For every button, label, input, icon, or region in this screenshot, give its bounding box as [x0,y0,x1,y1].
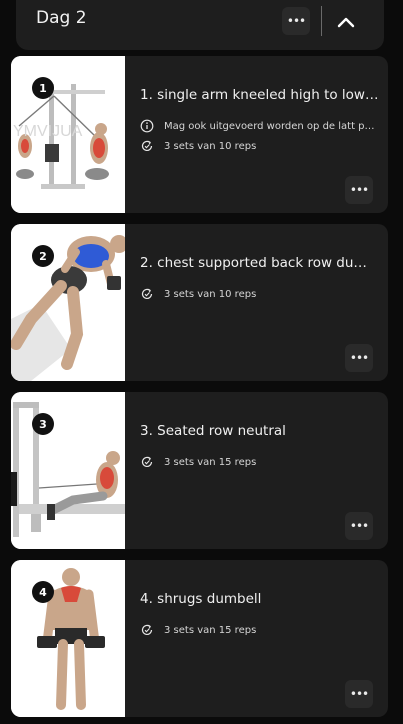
exercise-title[interactable]: 4. shrugs dumbell [140,591,380,607]
exercise-thumbnail: 3 [11,392,125,549]
exercise-sets-row: 3 sets van 15 reps [140,623,380,637]
exercise-sets: 3 sets van 10 reps [164,140,257,152]
exercise-number-badge: 2 [32,245,54,267]
collapse-button[interactable] [328,4,364,40]
exercise-options-button[interactable]: ••• [345,680,373,708]
exercise-options-button[interactable]: ••• [345,512,373,540]
exercise-options-button[interactable]: ••• [345,176,373,204]
repeat-icon [141,624,153,636]
day-options-button[interactable]: ••• [282,7,310,35]
ellipsis-icon: ••• [349,519,369,533]
exercise-sets: 3 sets van 15 reps [164,456,257,468]
exercise-sets: 3 sets van 10 reps [164,288,257,300]
exercise-thumbnail: YMVIJUA 1 [11,56,125,213]
exercise-title[interactable]: 1. single arm kneeled high to low ba... [140,87,380,103]
exercise-title[interactable]: 2. chest supported back row dumbb... [140,255,380,271]
exercise-options-button[interactable]: ••• [345,344,373,372]
exercise-number-badge: 1 [32,77,54,99]
header-divider [321,6,322,36]
exercise-note-row: Mag ook uitgevoerd worden op de latt pul… [140,119,380,133]
exercise-sets-row: 3 sets van 15 reps [140,455,380,469]
chevron-up-icon [337,17,355,28]
exercise-card[interactable]: YMVIJUA 1 1. single arm kneeled high to … [11,56,388,213]
exercise-card[interactable]: 3 3. Seated row neutral 3 sets van 15 re… [11,392,388,549]
info-icon [140,119,154,133]
exercise-card[interactable]: 4 4. shrugs dumbell 3 sets van 15 reps •… [11,560,388,717]
day-title: Dag 2 [36,8,87,28]
exercise-number-badge: 4 [32,581,54,603]
exercise-sets-row: 3 sets van 10 reps [140,139,380,153]
day-header: Dag 2 ••• [16,0,384,50]
repeat-icon [141,140,153,152]
repeat-icon [141,456,153,468]
exercise-title[interactable]: 3. Seated row neutral [140,423,380,439]
exercise-sets: 3 sets van 15 reps [164,624,257,636]
exercise-thumbnail: 2 [11,224,125,381]
exercise-card[interactable]: 2 2. chest supported back row dumbb... 3… [11,224,388,381]
svg-text:YMVIJUA: YMVIJUA [13,123,83,140]
exercise-thumbnail: 4 [11,560,125,717]
exercise-sets-row: 3 sets van 10 reps [140,287,380,301]
repeat-icon [141,288,153,300]
ellipsis-icon: ••• [349,351,369,365]
ellipsis-icon: ••• [286,14,306,28]
exercise-number-badge: 3 [32,413,54,435]
ellipsis-icon: ••• [349,183,369,197]
exercise-note: Mag ook uitgevoerd worden op de latt pul… [164,120,380,132]
ellipsis-icon: ••• [349,687,369,701]
